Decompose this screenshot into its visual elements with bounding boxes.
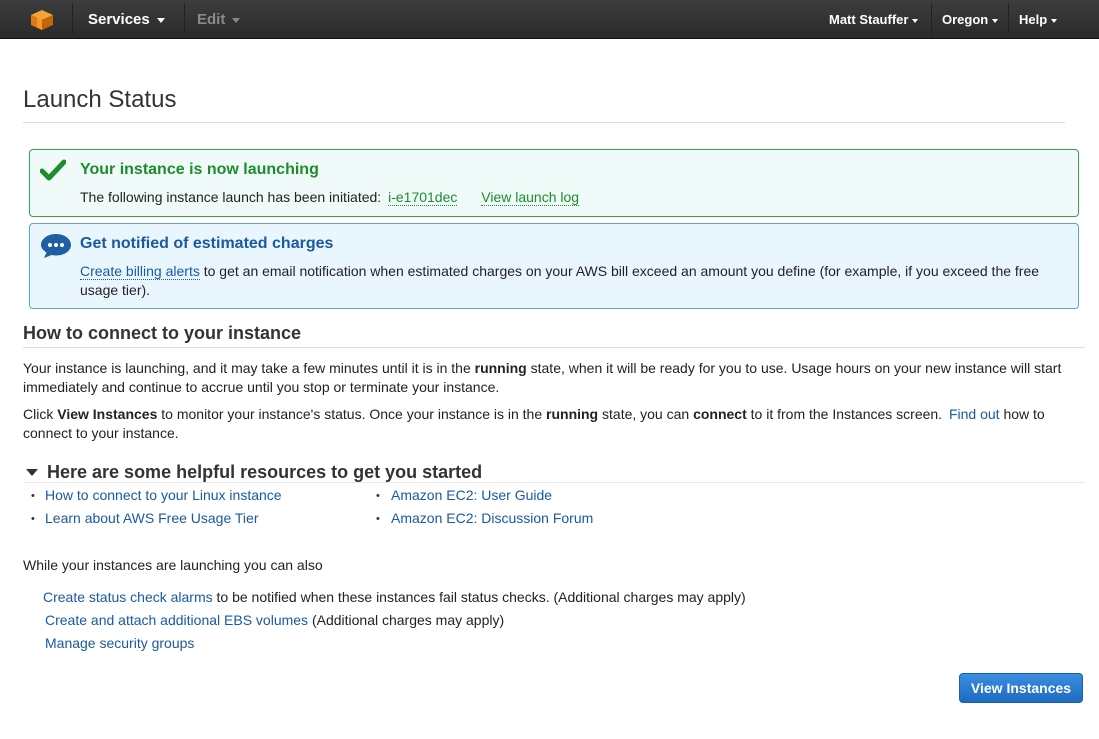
text: to monitor your instance's status. Once … (161, 406, 543, 422)
resource-link-forum[interactable]: Amazon EC2: Discussion Forum (391, 510, 593, 526)
connect-divider (23, 347, 1085, 348)
also-item: Create status check alarms to be notifie… (43, 589, 746, 605)
checkmark-icon (40, 159, 66, 181)
resources-divider (23, 482, 1085, 483)
bullet-icon: • (31, 513, 35, 525)
resource-link-free-tier[interactable]: Learn about AWS Free Usage Tier (45, 510, 258, 526)
separator (72, 4, 73, 35)
separator (931, 4, 932, 35)
create-ebs-volumes-link[interactable]: Create and attach additional EBS volumes (45, 612, 308, 628)
bold-text: View Instances (57, 406, 158, 422)
text: to it from the Instances screen. (750, 406, 943, 422)
text: state, you can (602, 406, 690, 422)
success-title: Your instance is now launching (80, 161, 319, 178)
create-status-alarms-link[interactable]: Create status check alarms (43, 589, 213, 605)
find-out-link[interactable]: Find out (949, 406, 1000, 422)
also-item: Create and attach additional EBS volumes… (45, 612, 504, 628)
connect-paragraph-2: Click View Instances to monitor your ins… (23, 405, 1073, 442)
chevron-down-icon (1051, 18, 1058, 23)
create-billing-alerts-link[interactable]: Create billing alerts (80, 263, 200, 280)
bullet-icon: • (376, 490, 380, 502)
resource-link-user-guide[interactable]: Amazon EC2: User Guide (391, 487, 552, 503)
also-item: Manage security groups (45, 635, 194, 651)
billing-title: Get notified of estimated charges (80, 235, 334, 252)
resources-heading[interactable]: Here are some helpful resources to get y… (47, 462, 482, 483)
view-launch-log-link[interactable]: View launch log (481, 189, 580, 206)
edit-label: Edit (197, 11, 226, 28)
bullet-icon: • (31, 490, 35, 502)
title-divider (23, 122, 1065, 123)
launch-success-panel: Your instance is now launching The follo… (29, 149, 1079, 217)
text: (Additional charges may apply) (311, 612, 505, 628)
text: to be notified when these instances fail… (216, 589, 746, 605)
services-label: Services (88, 11, 150, 28)
instance-id-link[interactable]: i-e1701dec (388, 189, 458, 206)
help-label: Help (1019, 12, 1048, 27)
top-navigation-bar: Services Edit Matt Stauffer Oregon Help (0, 0, 1099, 39)
bold-text: running (546, 406, 599, 422)
edit-menu[interactable]: Edit (197, 0, 241, 39)
separator (1008, 4, 1009, 35)
text: Click (23, 406, 54, 422)
collapse-toggle-icon[interactable] (26, 469, 38, 476)
connect-paragraph-1: Your instance is launching, and it may t… (23, 359, 1073, 396)
chevron-down-icon (912, 18, 919, 23)
bold-text: connect (693, 406, 747, 422)
chevron-down-icon (156, 17, 165, 23)
also-heading: While your instances are launching you c… (23, 557, 323, 573)
billing-text: to get an email notification when estima… (80, 263, 1040, 298)
speech-bubble-icon (41, 234, 71, 258)
resource-link-linux-connect[interactable]: How to connect to your Linux instance (45, 487, 282, 503)
aws-cube-icon[interactable] (30, 9, 54, 31)
success-message: The following instance launch has been i… (80, 188, 580, 207)
billing-message: Create billing alerts to get an email no… (80, 262, 1060, 300)
region-menu[interactable]: Oregon (942, 0, 999, 39)
separator (184, 4, 185, 35)
view-instances-button[interactable]: View Instances (959, 673, 1083, 703)
billing-alert-panel: Get notified of estimated charges Create… (29, 223, 1079, 309)
user-label: Matt Stauffer (829, 12, 909, 27)
bold-text: running (474, 360, 527, 376)
user-menu[interactable]: Matt Stauffer (829, 0, 919, 39)
services-menu[interactable]: Services (88, 0, 165, 39)
text: Your instance is launching, and it may t… (23, 360, 471, 376)
help-menu[interactable]: Help (1019, 0, 1058, 39)
success-text: The following instance launch has been i… (80, 189, 382, 205)
chevron-down-icon (992, 18, 999, 23)
page-title: Launch Status (23, 86, 177, 113)
manage-security-groups-link[interactable]: Manage security groups (45, 635, 194, 651)
chevron-down-icon (232, 17, 241, 23)
region-label: Oregon (942, 12, 989, 27)
bullet-icon: • (376, 513, 380, 525)
connect-heading: How to connect to your instance (23, 323, 302, 343)
